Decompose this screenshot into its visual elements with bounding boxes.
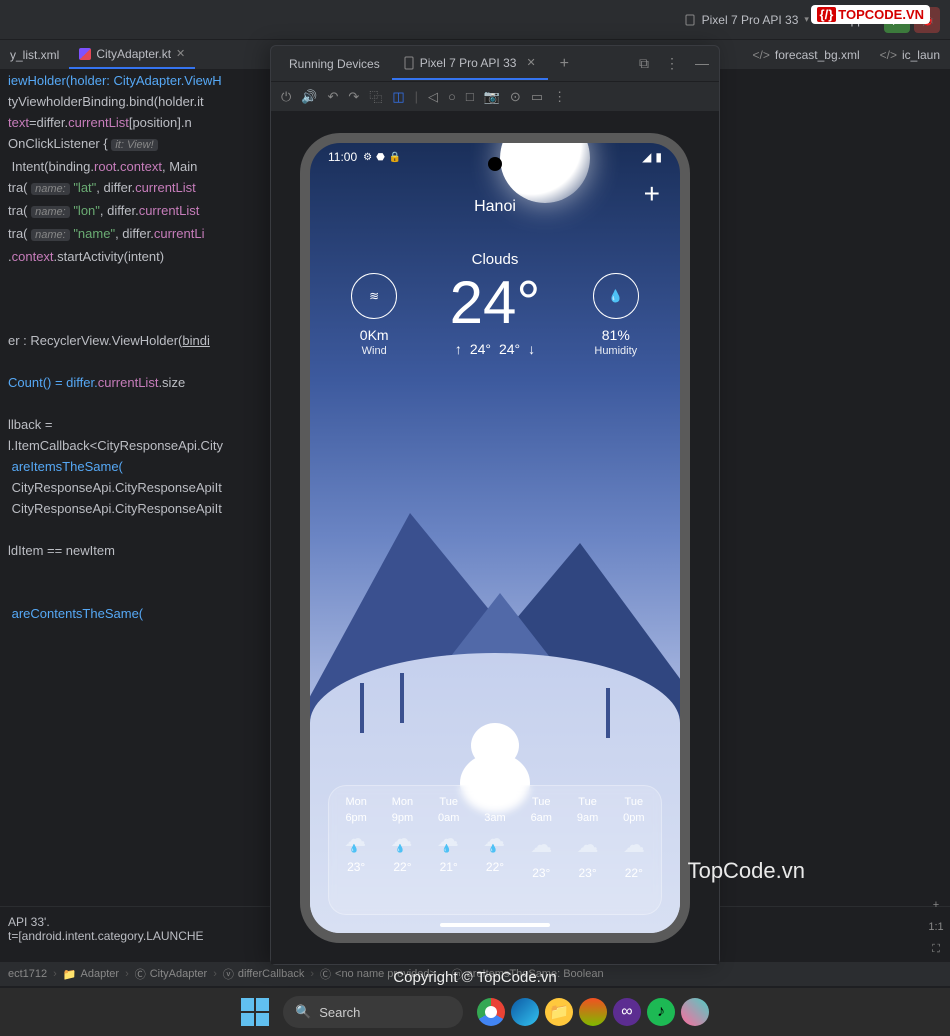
- add-device-button[interactable]: +: [548, 47, 581, 81]
- device-screen[interactable]: 11:00 ⚙ ⬣ 🔒 ◢ ▮ + Hanoi Clouds: [310, 143, 680, 933]
- device-frame: 11:00 ⚙ ⬣ 🔒 ◢ ▮ + Hanoi Clouds: [300, 133, 690, 943]
- fold-icon[interactable]: ⿻: [369, 87, 382, 106]
- forecast-item[interactable]: Mon9pm22°: [379, 796, 425, 904]
- forecast-item[interactable]: Tue0am21°: [426, 796, 472, 904]
- tab-forecast-bg-xml[interactable]: </> forecast_bg.xml: [743, 42, 870, 68]
- shield-icon: ⬣: [376, 152, 385, 163]
- zoom-fit-button[interactable]: ⛶: [932, 943, 940, 956]
- weather-icon: [481, 832, 509, 852]
- weather-icon: [388, 832, 416, 852]
- chevron-down-icon: ▾: [804, 14, 809, 25]
- gear-icon: ⚙: [363, 152, 372, 163]
- device-selector[interactable]: Pixel 7 Pro API 33 ▾: [676, 9, 817, 31]
- tab-running-devices[interactable]: Running Devices: [277, 49, 392, 79]
- camera-hole: [488, 157, 502, 171]
- weather-icon: [435, 832, 463, 852]
- lock-icon: 🔒: [389, 152, 401, 163]
- temperature: 24° ↑ 24° 24° ↓: [450, 273, 541, 357]
- more-options-icon[interactable]: ⋮: [553, 89, 566, 105]
- display-icon[interactable]: ▭: [531, 89, 543, 105]
- humidity-icon: 💧: [608, 289, 623, 303]
- taskbar-search[interactable]: 🔍 Search: [283, 996, 463, 1028]
- vs-icon[interactable]: ∞: [613, 998, 641, 1026]
- power-icon[interactable]: ⏻: [281, 89, 291, 105]
- zoom-ratio[interactable]: 1:1: [928, 921, 943, 933]
- forecast-item[interactable]: Tue9am23°: [564, 796, 610, 904]
- record-icon[interactable]: ⊙: [510, 89, 521, 105]
- tab-pixel-7-pro[interactable]: Pixel 7 Pro API 33 ✕: [392, 48, 548, 80]
- start-button[interactable]: [241, 998, 269, 1026]
- home-indicator[interactable]: [440, 923, 550, 927]
- explorer-icon[interactable]: 📁: [545, 998, 573, 1026]
- tree-graphic: [360, 683, 364, 733]
- spotify-icon[interactable]: ♪: [647, 998, 675, 1026]
- condition-label: Clouds: [310, 251, 680, 268]
- watermark: TopCode.vn: [688, 858, 805, 884]
- back-icon[interactable]: ◁: [428, 89, 438, 105]
- screenshot-icon[interactable]: 📷: [484, 89, 500, 105]
- forecast-card[interactable]: Mon6pm23°Mon9pm22°Tue0am21°Tue3am22°Tue6…: [328, 785, 662, 915]
- city-label: Hanoi: [310, 198, 680, 216]
- tree-graphic: [400, 673, 404, 723]
- tab-city-list-xml[interactable]: y_list.xml: [0, 42, 69, 68]
- weather-icon: [530, 832, 552, 858]
- arrow-down-icon: ↓: [528, 341, 535, 357]
- home-icon[interactable]: ○: [448, 89, 456, 104]
- forecast-item[interactable]: Tue0pm22°: [611, 796, 657, 904]
- minimize-icon[interactable]: —: [691, 53, 713, 74]
- forecast-item[interactable]: Tue3am22°: [472, 796, 518, 904]
- weather-main: Hanoi Clouds ≋ 0Km Wind 24° ↑ 24°: [310, 198, 680, 357]
- copilot-icon[interactable]: [681, 998, 709, 1026]
- office-icon[interactable]: [579, 998, 607, 1026]
- clock: 11:00: [328, 150, 357, 164]
- breadcrumb-item[interactable]: 📁 Adapter: [63, 968, 119, 981]
- battery-icon: ▮: [655, 150, 662, 164]
- rotate-right-icon[interactable]: ↷: [348, 89, 359, 105]
- copyright-label: Copyright © TopCode.vn: [393, 969, 556, 986]
- weather-icon: [342, 832, 370, 852]
- topcode-logo: {/} TOPCODE.VN: [811, 5, 930, 24]
- forecast-item[interactable]: Mon6pm23°: [333, 796, 379, 904]
- forecast-item[interactable]: Tue6am23°: [518, 796, 564, 904]
- rotate-left-icon[interactable]: ↶: [327, 89, 338, 105]
- volume-icon[interactable]: 🔊: [301, 89, 317, 105]
- close-icon[interactable]: ✕: [526, 56, 535, 69]
- edge-icon[interactable]: [511, 998, 539, 1026]
- chrome-icon[interactable]: [477, 998, 505, 1026]
- overview-icon[interactable]: □: [466, 89, 474, 104]
- more-icon[interactable]: ⋮: [661, 53, 683, 74]
- emulator-canvas: 11:00 ⚙ ⬣ 🔒 ◢ ▮ + Hanoi Clouds: [271, 112, 719, 964]
- wind-stat: ≋ 0Km Wind: [351, 273, 397, 357]
- tab-city-adapter-kt[interactable]: CityAdapter.kt ✕: [69, 41, 195, 69]
- zoom-in-button[interactable]: +: [933, 899, 939, 911]
- breadcrumb-item[interactable]: Ⓒ CityAdapter: [135, 966, 207, 982]
- kotlin-file-icon: [79, 48, 91, 60]
- emulator-toolbar: ⏻ 🔊 ↶ ↷ ⿻ ◫ | ◁ ○ □ 📷 ⊙ ▭ ⋮: [271, 82, 719, 112]
- arrow-up-icon: ↑: [455, 341, 462, 357]
- breadcrumb-item[interactable]: ect1712: [8, 968, 47, 980]
- close-icon[interactable]: ✕: [176, 47, 185, 60]
- windows-taskbar: 🔍 Search 📁 ∞ ♪: [0, 988, 950, 1036]
- zoom-controls: + 1:1 ⛶: [924, 899, 948, 956]
- tab-ic-launcher[interactable]: </> ic_laun: [870, 42, 950, 68]
- weather-icon: [577, 832, 599, 858]
- tree-graphic: [606, 688, 610, 738]
- ide-toolbar: Pixel 7 Pro API 33 ▾ ▸ app ▾ 🐞: [0, 0, 950, 40]
- breadcrumb-item[interactable]: ⓥ differCallback: [223, 966, 304, 982]
- weather-icon: [623, 832, 645, 858]
- emulator-panel: Running Devices Pixel 7 Pro API 33 ✕ + ⧉…: [270, 45, 720, 965]
- emulator-tabs: Running Devices Pixel 7 Pro API 33 ✕ + ⧉…: [271, 46, 719, 82]
- window-icon[interactable]: ⧉: [635, 53, 653, 74]
- search-icon: 🔍: [295, 1004, 311, 1020]
- wind-icon: ≋: [369, 289, 379, 303]
- signal-icon: ◢: [642, 150, 651, 164]
- humidity-stat: 💧 81% Humidity: [593, 273, 639, 357]
- resize-icon[interactable]: ◫: [392, 89, 404, 105]
